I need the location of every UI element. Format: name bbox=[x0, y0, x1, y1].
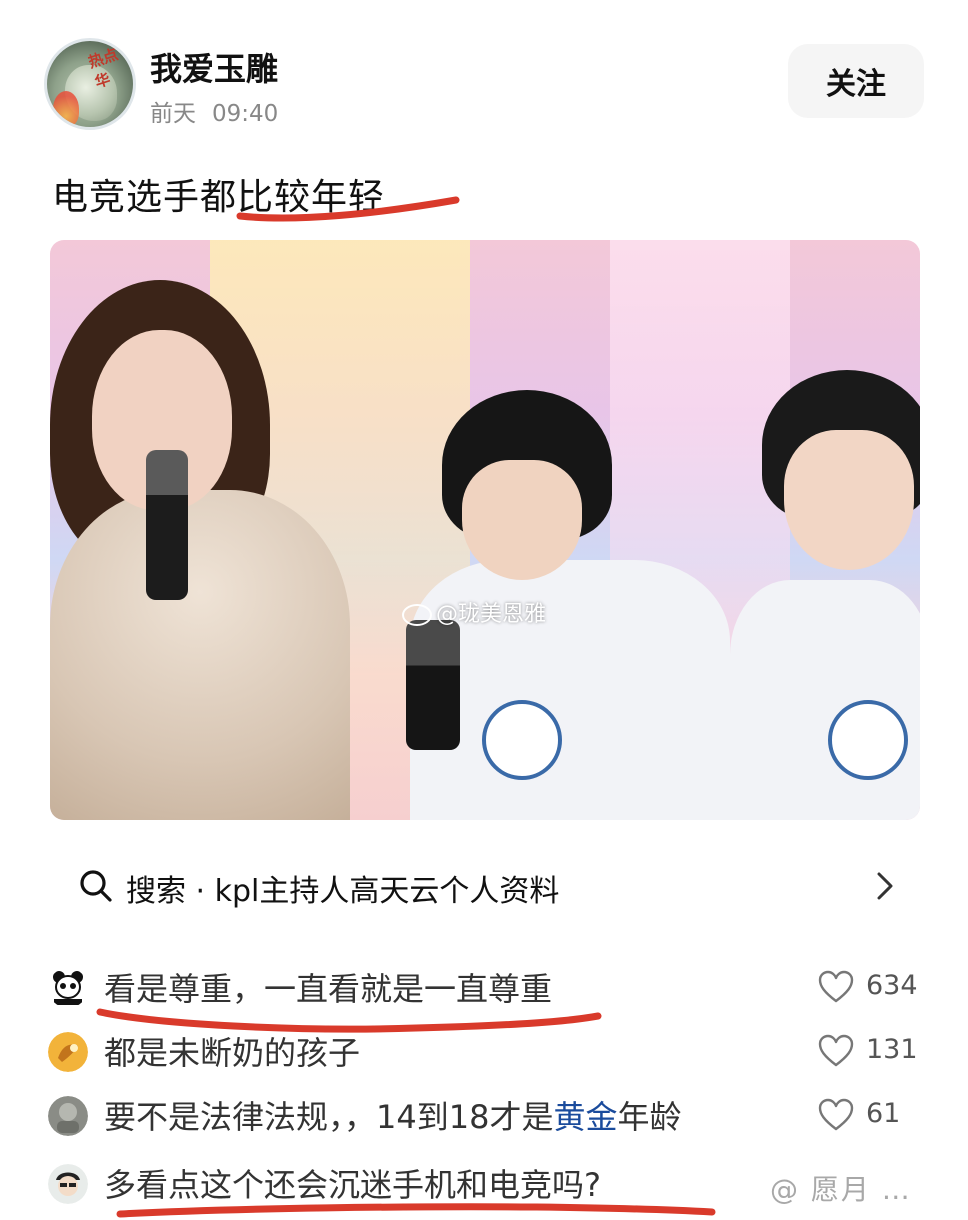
weibo-icon bbox=[402, 604, 432, 626]
host-dress bbox=[50, 490, 350, 820]
photo-watermark-text: @珑美恩雅 bbox=[436, 602, 547, 627]
image-watermark: @ 愿月 … bbox=[770, 1173, 912, 1206]
like-count: 634 bbox=[866, 970, 918, 1001]
related-search-bar[interactable]: 搜索 · kpl主持人高天云个人资料 bbox=[52, 842, 916, 930]
flame-icon bbox=[53, 91, 79, 127]
author-name[interactable]: 我爱玉雕 bbox=[150, 44, 278, 90]
post-time-day: 前天 bbox=[150, 101, 196, 127]
team-logo-icon bbox=[828, 700, 908, 780]
comment-text: 都是未断奶的孩子 bbox=[104, 1034, 361, 1072]
post-time-clock: 09:40 bbox=[212, 101, 279, 127]
comment-text-before: 要不是法律法规，，14到18才是 bbox=[104, 1098, 554, 1136]
photo-watermark: @珑美恩雅 bbox=[402, 596, 546, 628]
like-count: 61 bbox=[866, 1098, 901, 1129]
post-time: 前天 09:40 bbox=[150, 94, 294, 128]
comment-text-after: 年龄 bbox=[617, 1098, 682, 1136]
cartoon-avatar-icon[interactable] bbox=[48, 1164, 88, 1204]
player-face bbox=[462, 460, 582, 580]
follow-button[interactable]: 关注 bbox=[788, 44, 924, 118]
comment-text: 要不是法律法规，，14到18才是黄金年龄 bbox=[104, 1092, 681, 1138]
post-title: 电竞选手都比较年轻 bbox=[52, 177, 386, 218]
post-header: 热点华 我爱玉雕 前天 09:40 关注 bbox=[0, 0, 968, 160]
orange-avatar-icon[interactable] bbox=[48, 1032, 88, 1072]
heart-icon[interactable] bbox=[818, 970, 854, 1004]
comment-highlight[interactable]: 黄金 bbox=[553, 1098, 617, 1136]
comment-text: 多看点这个还会沉迷手机和电竞吗? bbox=[104, 1166, 601, 1204]
heart-icon[interactable] bbox=[818, 1098, 854, 1132]
list-item[interactable]: 要不是法律法规，，14到18才是黄金年龄 61 bbox=[0, 1086, 968, 1148]
list-item[interactable]: 都是未断奶的孩子 131 bbox=[0, 1022, 968, 1084]
player-figure bbox=[730, 580, 920, 820]
list-item[interactable]: 多看点这个还会沉迷手机和电竞吗? @ 愿月 … bbox=[0, 1154, 968, 1216]
heart-icon[interactable] bbox=[818, 1034, 854, 1068]
related-search-label: 搜索 · kpl主持人高天云个人资料 bbox=[126, 874, 560, 909]
post-photo[interactable]: @珑美恩雅 bbox=[50, 240, 920, 820]
author-avatar[interactable]: 热点华 bbox=[44, 38, 136, 130]
player-face bbox=[784, 430, 914, 570]
microphone-icon bbox=[406, 620, 460, 750]
list-item[interactable]: 看是尊重，一直看就是一直尊重 634 bbox=[0, 958, 968, 1020]
statue-avatar-icon[interactable] bbox=[48, 1096, 88, 1136]
search-icon bbox=[80, 870, 112, 902]
team-logo-icon bbox=[482, 700, 562, 780]
like-count: 131 bbox=[866, 1034, 918, 1065]
panda-avatar-icon[interactable] bbox=[48, 968, 88, 1008]
comment-text: 看是尊重，一直看就是一直尊重 bbox=[104, 970, 553, 1008]
chevron-right-icon bbox=[877, 872, 893, 900]
microphone-icon bbox=[146, 450, 188, 600]
